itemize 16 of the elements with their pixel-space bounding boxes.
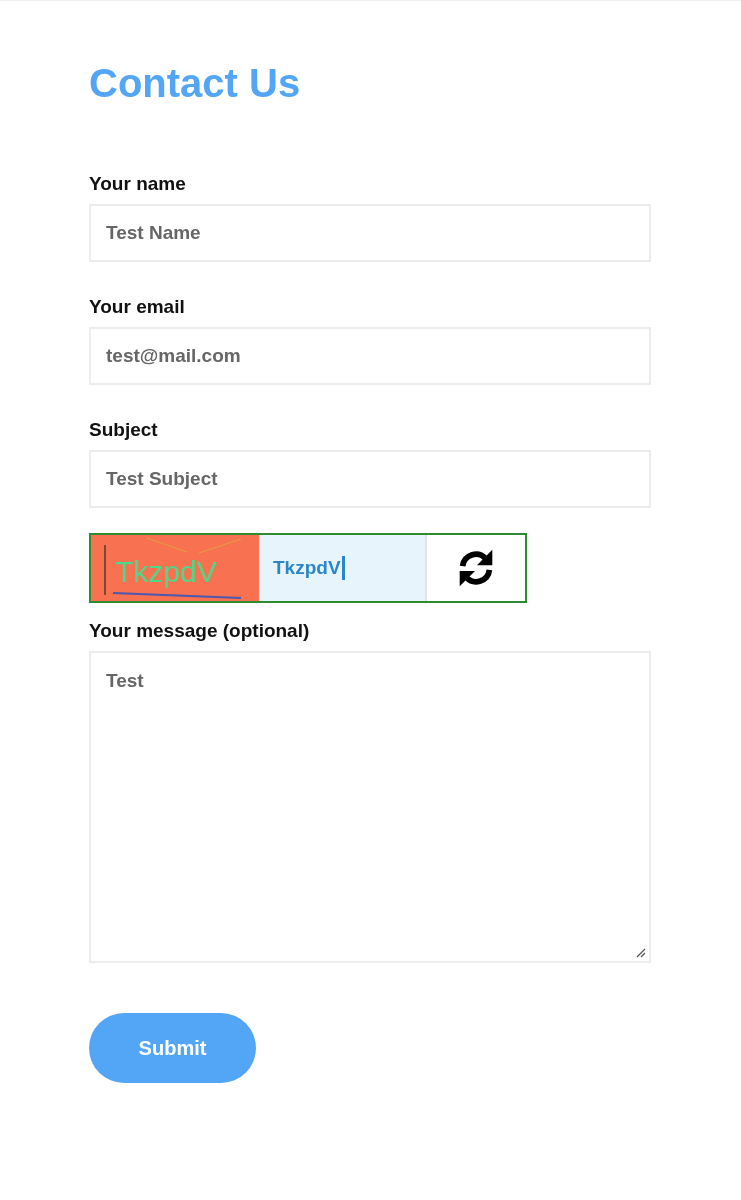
captcha-noise-line xyxy=(198,538,242,554)
field-label: Subject xyxy=(89,418,158,442)
input-field[interactable]: test@mail.com xyxy=(89,327,651,385)
captcha-text: TkzpdV xyxy=(115,555,217,588)
text-cursor-icon xyxy=(341,556,345,580)
message-field[interactable]: Test xyxy=(89,651,651,963)
captcha-input-field[interactable]: TkzpdV xyxy=(259,535,427,601)
input-field[interactable]: Test Name xyxy=(89,204,651,262)
resize-handle-icon[interactable] xyxy=(636,948,646,958)
field-label: Your name xyxy=(89,172,186,196)
page-title: Contact Us xyxy=(89,60,301,107)
field-label: Your message (optional) xyxy=(89,619,310,643)
field-label: Your email xyxy=(89,295,185,319)
captcha-noise-line xyxy=(146,537,188,553)
input-field[interactable]: Test Subject xyxy=(89,450,651,508)
captcha-noise-line xyxy=(104,544,106,596)
